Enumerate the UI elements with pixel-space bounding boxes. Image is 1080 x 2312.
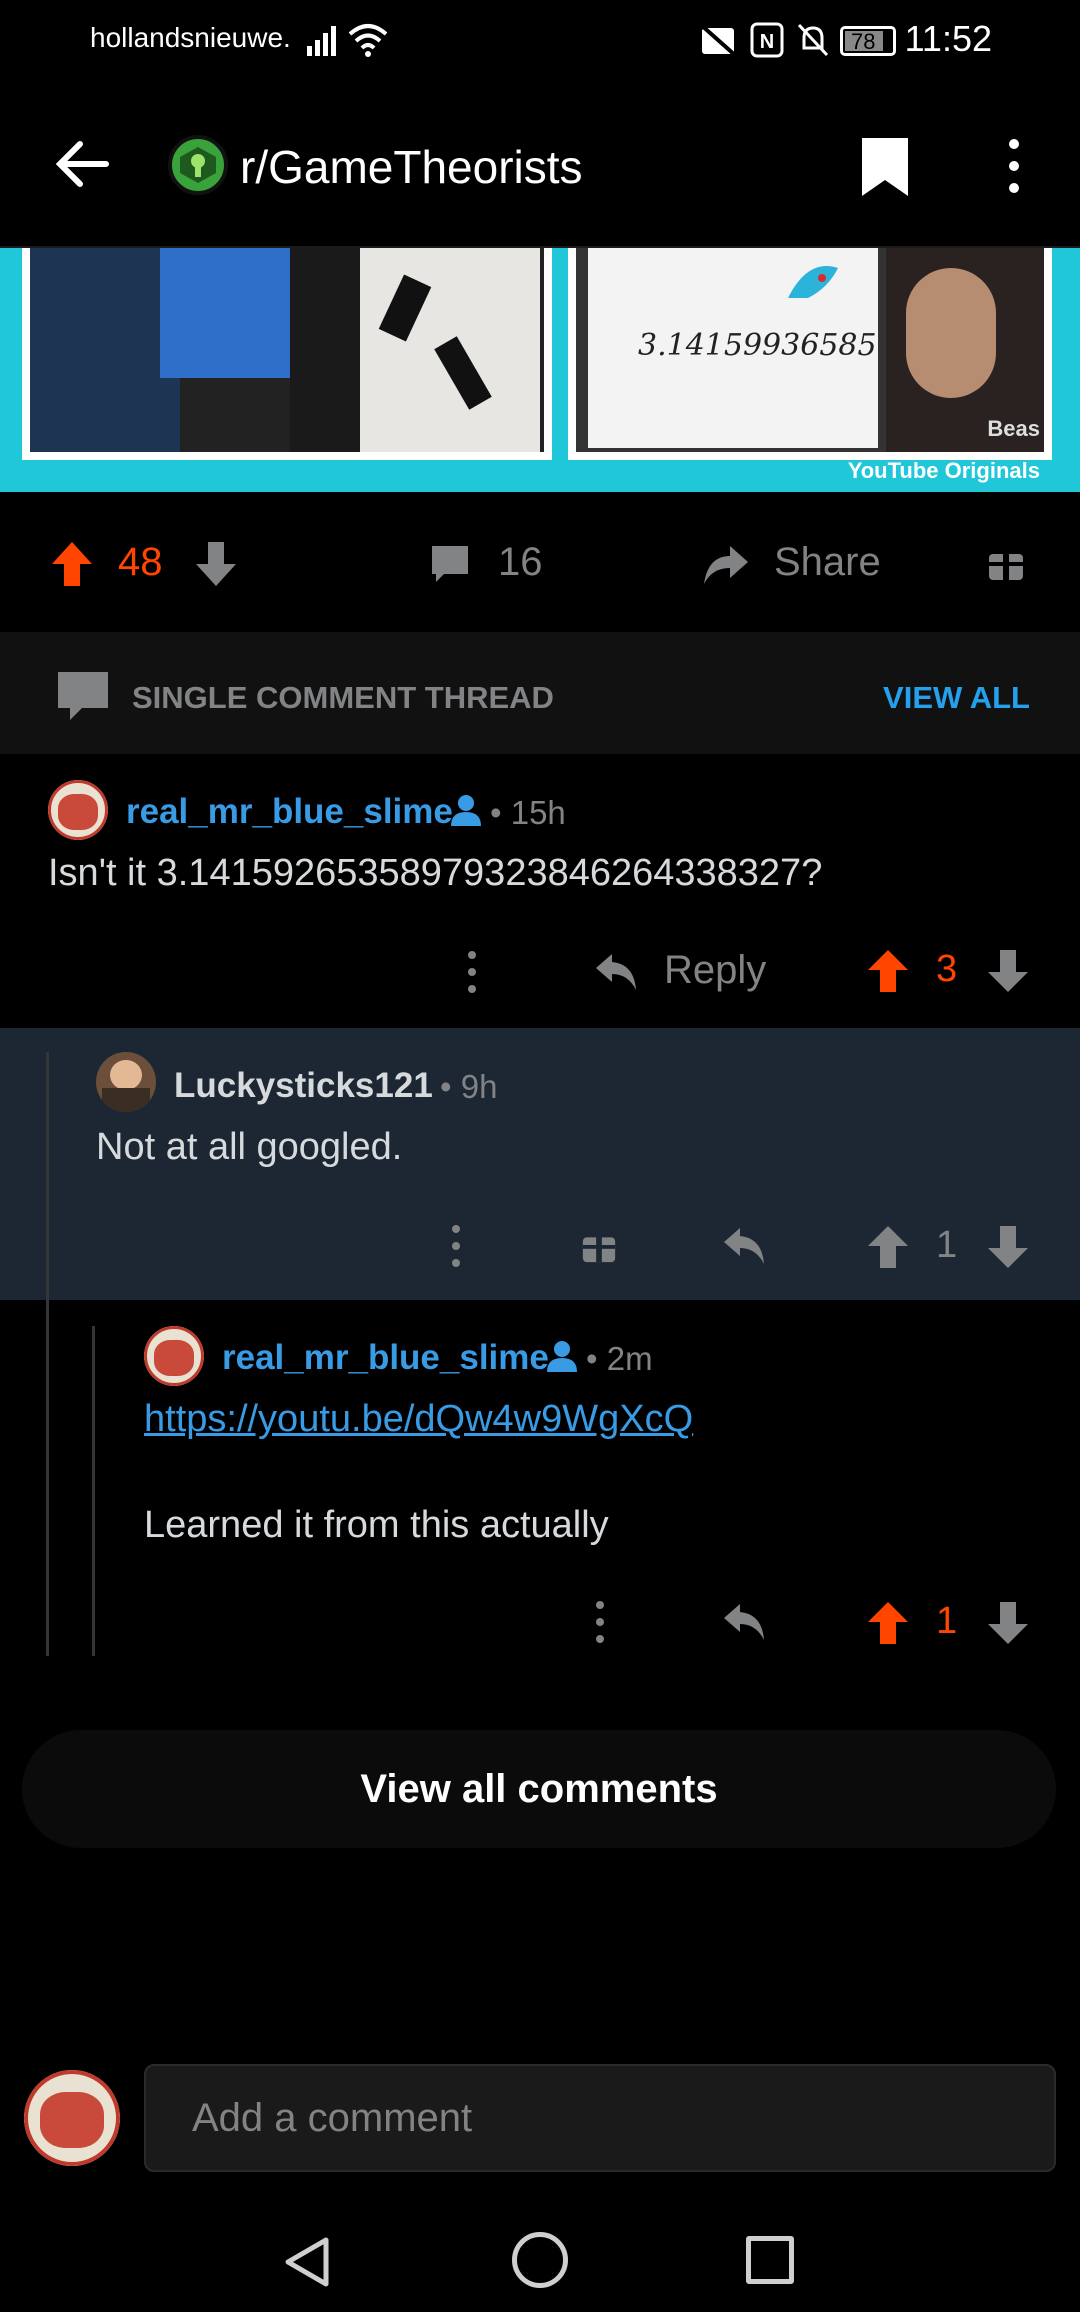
whiteboard-number: 3.14159936585 [638,328,877,363]
share-button-label[interactable]: Share [774,540,881,585]
post-media-thumbnail[interactable]: 3.14159936585 Beas YouTube Originals [0,248,1080,492]
more-options-icon[interactable] [594,1600,606,1644]
avatar[interactable] [24,2070,120,2166]
upvote-arrow-icon[interactable] [50,540,94,588]
comment-body: Not at all googled. [96,1126,403,1168]
nav-recents-icon[interactable] [746,2236,794,2284]
beast-logo-icon [788,266,838,298]
subreddit-avatar[interactable] [168,135,228,195]
comment: real_mr_blue_slime • 2m https://youtu.be… [0,1300,1080,1678]
downvote-arrow-icon[interactable] [986,1600,1030,1646]
comment-body: Isn't it 3.14159265358979323846264338327… [48,852,823,894]
more-options-icon[interactable] [450,1224,462,1268]
bookmark-icon[interactable] [858,134,912,200]
channel-fragment: Beas [987,416,1040,441]
downvote-arrow-icon[interactable] [194,540,238,588]
avatar[interactable] [48,780,108,840]
bell-muted-icon [797,23,829,57]
video-frame-left [22,248,552,460]
thread-indent-line [46,1052,49,1300]
whiteboard: 3.14159936585 [588,248,878,448]
youtube-originals-watermark: YouTube Originals [847,458,1040,483]
battery-level: 78 [851,29,876,54]
reply-arrow-icon[interactable] [722,1602,768,1642]
upvote-arrow-icon[interactable] [866,1600,910,1646]
comment-author[interactable]: real_mr_blue_slime [222,1338,549,1378]
award-gift-icon[interactable] [986,542,1026,582]
reply-arrow-icon[interactable] [594,952,640,992]
avatar[interactable] [96,1052,156,1112]
comment-count[interactable]: 16 [498,540,543,585]
thread-indent-line [46,1300,49,1656]
more-options-icon[interactable] [996,136,1032,196]
svg-text:N: N [760,31,774,53]
app-bar: r/GameTheorists [0,80,1080,248]
comment-score: 1 [936,1600,958,1642]
thread-header-label: SINGLE COMMENT THREAD [132,680,554,715]
subreddit-title[interactable]: r/GameTheorists [240,140,583,194]
nav-back-icon[interactable] [280,2234,336,2290]
comment-score: 1 [936,1224,958,1266]
clock: 11:52 [904,18,992,59]
downvote-arrow-icon[interactable] [986,1224,1030,1270]
nav-home-icon[interactable] [512,2232,568,2288]
op-user-icon [547,1341,577,1372]
award-gift-icon[interactable] [580,1226,618,1264]
comment: Luckysticks121 • 9h Not at all googled. … [0,1028,1080,1300]
back-arrow-icon[interactable] [52,132,116,196]
comment-link[interactable]: https://youtu.be/dQw4w9WgXcQ [144,1398,693,1441]
comment: real_mr_blue_slime • 15h Isn't it 3.1415… [0,754,1080,1028]
share-arrow-icon[interactable] [702,542,750,586]
compose-bar: Add a comment [0,2036,1080,2312]
post-action-bar: 48 16 Share [0,492,1080,632]
signal-icon [307,26,336,56]
no-sim-icon [698,22,738,58]
comment-age: • 2m [586,1340,653,1377]
system-nav-bar [0,2214,1080,2312]
comment-bubble-icon[interactable] [428,542,472,586]
comment-age: • 15h [490,794,566,831]
view-all-comments-button[interactable]: View all comments [22,1730,1056,1848]
game-theory-logo-icon [180,147,216,183]
op-user-icon [451,795,481,826]
add-comment-input[interactable]: Add a comment [144,2064,1056,2172]
comment-author[interactable]: Luckysticks121 [174,1066,433,1106]
add-comment-placeholder: Add a comment [192,2096,473,2140]
comment-author[interactable]: real_mr_blue_slime [126,792,453,832]
post-score: 48 [118,540,163,584]
upvote-arrow-icon[interactable] [866,948,910,994]
wifi-icon [348,24,388,57]
nfc-icon: N [750,22,784,58]
battery-icon: 78 [840,26,896,56]
video-frame-right: 3.14159936585 Beas [568,248,1052,460]
thread-indent-line [92,1326,95,1656]
carrier-name: hollandsnieuwe. [90,22,291,53]
single-thread-header: SINGLE COMMENT THREAD VIEW ALL [0,632,1080,754]
status-bar: hollandsnieuwe. N 78 11:52 [0,0,1080,80]
reply-arrow-icon[interactable] [722,1226,768,1266]
upvote-arrow-icon[interactable] [866,1224,910,1270]
avatar[interactable] [144,1326,204,1386]
downvote-arrow-icon[interactable] [986,948,1030,994]
reply-button-label[interactable]: Reply [664,948,766,993]
comment-age: • 9h [440,1068,498,1105]
comment-score: 3 [936,948,958,990]
comment-thread-icon [58,672,108,720]
view-all-link[interactable]: VIEW ALL [883,680,1030,716]
comment-body: Learned it from this actually [144,1504,609,1546]
more-options-icon[interactable] [466,950,478,994]
